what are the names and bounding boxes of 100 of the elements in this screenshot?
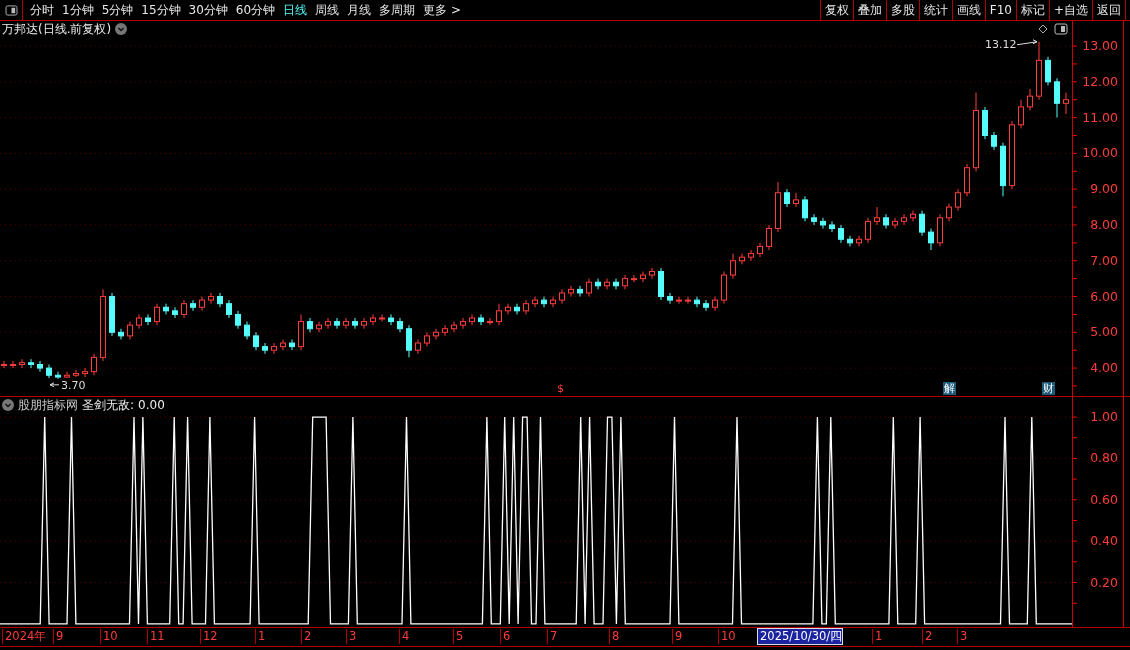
indicator-axis-label: 1.00 bbox=[1090, 409, 1118, 425]
candle bbox=[595, 278, 601, 290]
candle bbox=[154, 303, 160, 326]
event-marker[interactable]: 财 bbox=[1042, 382, 1055, 395]
candle bbox=[379, 313, 385, 323]
candle bbox=[208, 292, 214, 305]
date-label: 11 bbox=[147, 629, 165, 644]
candle bbox=[523, 299, 529, 315]
candle bbox=[991, 131, 997, 151]
diamond-icon[interactable] bbox=[1038, 24, 1048, 34]
candle bbox=[424, 331, 430, 348]
candle bbox=[487, 317, 493, 326]
date-label: 3 bbox=[957, 629, 968, 644]
date-label: 2 bbox=[922, 629, 933, 644]
price-axis-label: 5.00 bbox=[1090, 324, 1118, 340]
candle bbox=[82, 367, 88, 378]
candle bbox=[109, 292, 115, 337]
date-label: 3 bbox=[346, 629, 357, 644]
candle bbox=[874, 206, 880, 226]
candle bbox=[352, 317, 358, 330]
price-axis-label: 10.00 bbox=[1082, 145, 1118, 161]
candle bbox=[622, 274, 628, 290]
candle bbox=[937, 213, 943, 247]
candle bbox=[829, 220, 835, 233]
candle bbox=[640, 271, 646, 283]
period-tab[interactable]: 1分钟 bbox=[59, 1, 99, 19]
candle bbox=[784, 188, 790, 208]
arrow-icon bbox=[49, 382, 60, 388]
price-axis-label: 7.00 bbox=[1090, 252, 1118, 268]
candle bbox=[1063, 92, 1069, 115]
candle bbox=[289, 338, 295, 351]
candle bbox=[496, 303, 502, 326]
date-label: 4 bbox=[399, 629, 410, 644]
candle bbox=[748, 249, 754, 262]
candle bbox=[604, 278, 610, 290]
chevron-down-icon[interactable] bbox=[115, 23, 128, 35]
period-tab[interactable]: 周线 bbox=[312, 1, 345, 19]
period-tab[interactable]: 60分钟 bbox=[232, 1, 281, 19]
candle bbox=[136, 313, 142, 330]
period-tab[interactable]: 日线 bbox=[280, 1, 313, 19]
candle bbox=[442, 324, 448, 337]
high-price-label: 13.12 bbox=[985, 37, 1017, 51]
candle bbox=[955, 188, 961, 212]
candle bbox=[757, 242, 763, 258]
candle bbox=[262, 342, 268, 355]
candle bbox=[667, 292, 673, 305]
date-label: 2 bbox=[301, 629, 312, 644]
candle bbox=[1036, 41, 1042, 101]
event-marker[interactable]: 解 bbox=[943, 382, 956, 395]
candle bbox=[469, 313, 475, 326]
candle bbox=[235, 310, 241, 330]
period-tab[interactable]: 5分钟 bbox=[98, 1, 139, 19]
period-tab[interactable]: 月线 bbox=[344, 1, 377, 19]
price-axis-label: 12.00 bbox=[1082, 73, 1118, 89]
candle bbox=[892, 217, 898, 230]
candle bbox=[163, 303, 169, 315]
period-tab[interactable]: 30分钟 bbox=[185, 1, 233, 19]
candle bbox=[793, 192, 799, 208]
indicator-name: 圣剑无敌: bbox=[82, 396, 135, 414]
indicator-axis-label: 0.20 bbox=[1090, 574, 1118, 590]
date-label: 10 bbox=[100, 629, 118, 644]
candle bbox=[46, 364, 52, 379]
panel-toggle-icon[interactable] bbox=[1054, 23, 1068, 35]
date-label: 10 bbox=[718, 629, 736, 644]
date-label: 12 bbox=[200, 629, 218, 644]
indicator-axis-label: 0.40 bbox=[1090, 533, 1118, 549]
panel-toggle-icon[interactable] bbox=[4, 4, 18, 16]
candle bbox=[478, 313, 484, 326]
chevron-down-icon[interactable] bbox=[2, 399, 14, 411]
candle bbox=[406, 324, 412, 358]
candle bbox=[199, 296, 205, 312]
candle bbox=[1000, 142, 1006, 197]
date-label: 9 bbox=[672, 629, 683, 644]
candle bbox=[172, 306, 178, 319]
candle bbox=[334, 317, 340, 330]
period-tab[interactable]: 分时 bbox=[27, 1, 59, 19]
date-label: 8 bbox=[609, 629, 620, 644]
candle bbox=[145, 313, 151, 326]
candle bbox=[982, 106, 988, 140]
period-tab[interactable]: 更多 > bbox=[420, 1, 466, 19]
candle bbox=[901, 213, 907, 226]
candle bbox=[559, 288, 565, 305]
candle bbox=[1045, 56, 1051, 86]
candle bbox=[568, 285, 574, 297]
candle bbox=[802, 195, 808, 222]
date-label: 2025/10/30/四 bbox=[757, 628, 844, 645]
candle bbox=[316, 321, 322, 333]
event-marker[interactable]: $ bbox=[556, 382, 565, 395]
period-tab[interactable]: 多周期 bbox=[376, 1, 421, 19]
period-tab[interactable]: 15分钟 bbox=[138, 1, 186, 19]
candle bbox=[928, 228, 934, 251]
candle bbox=[1027, 88, 1033, 111]
candle bbox=[415, 338, 421, 355]
candle bbox=[964, 163, 970, 197]
candle bbox=[460, 317, 466, 330]
candle bbox=[19, 358, 25, 369]
indicator-value: 0.00 bbox=[138, 398, 165, 412]
candle bbox=[370, 313, 376, 326]
candle bbox=[532, 296, 538, 308]
toolbar-button[interactable]: 返回 bbox=[1092, 0, 1126, 20]
